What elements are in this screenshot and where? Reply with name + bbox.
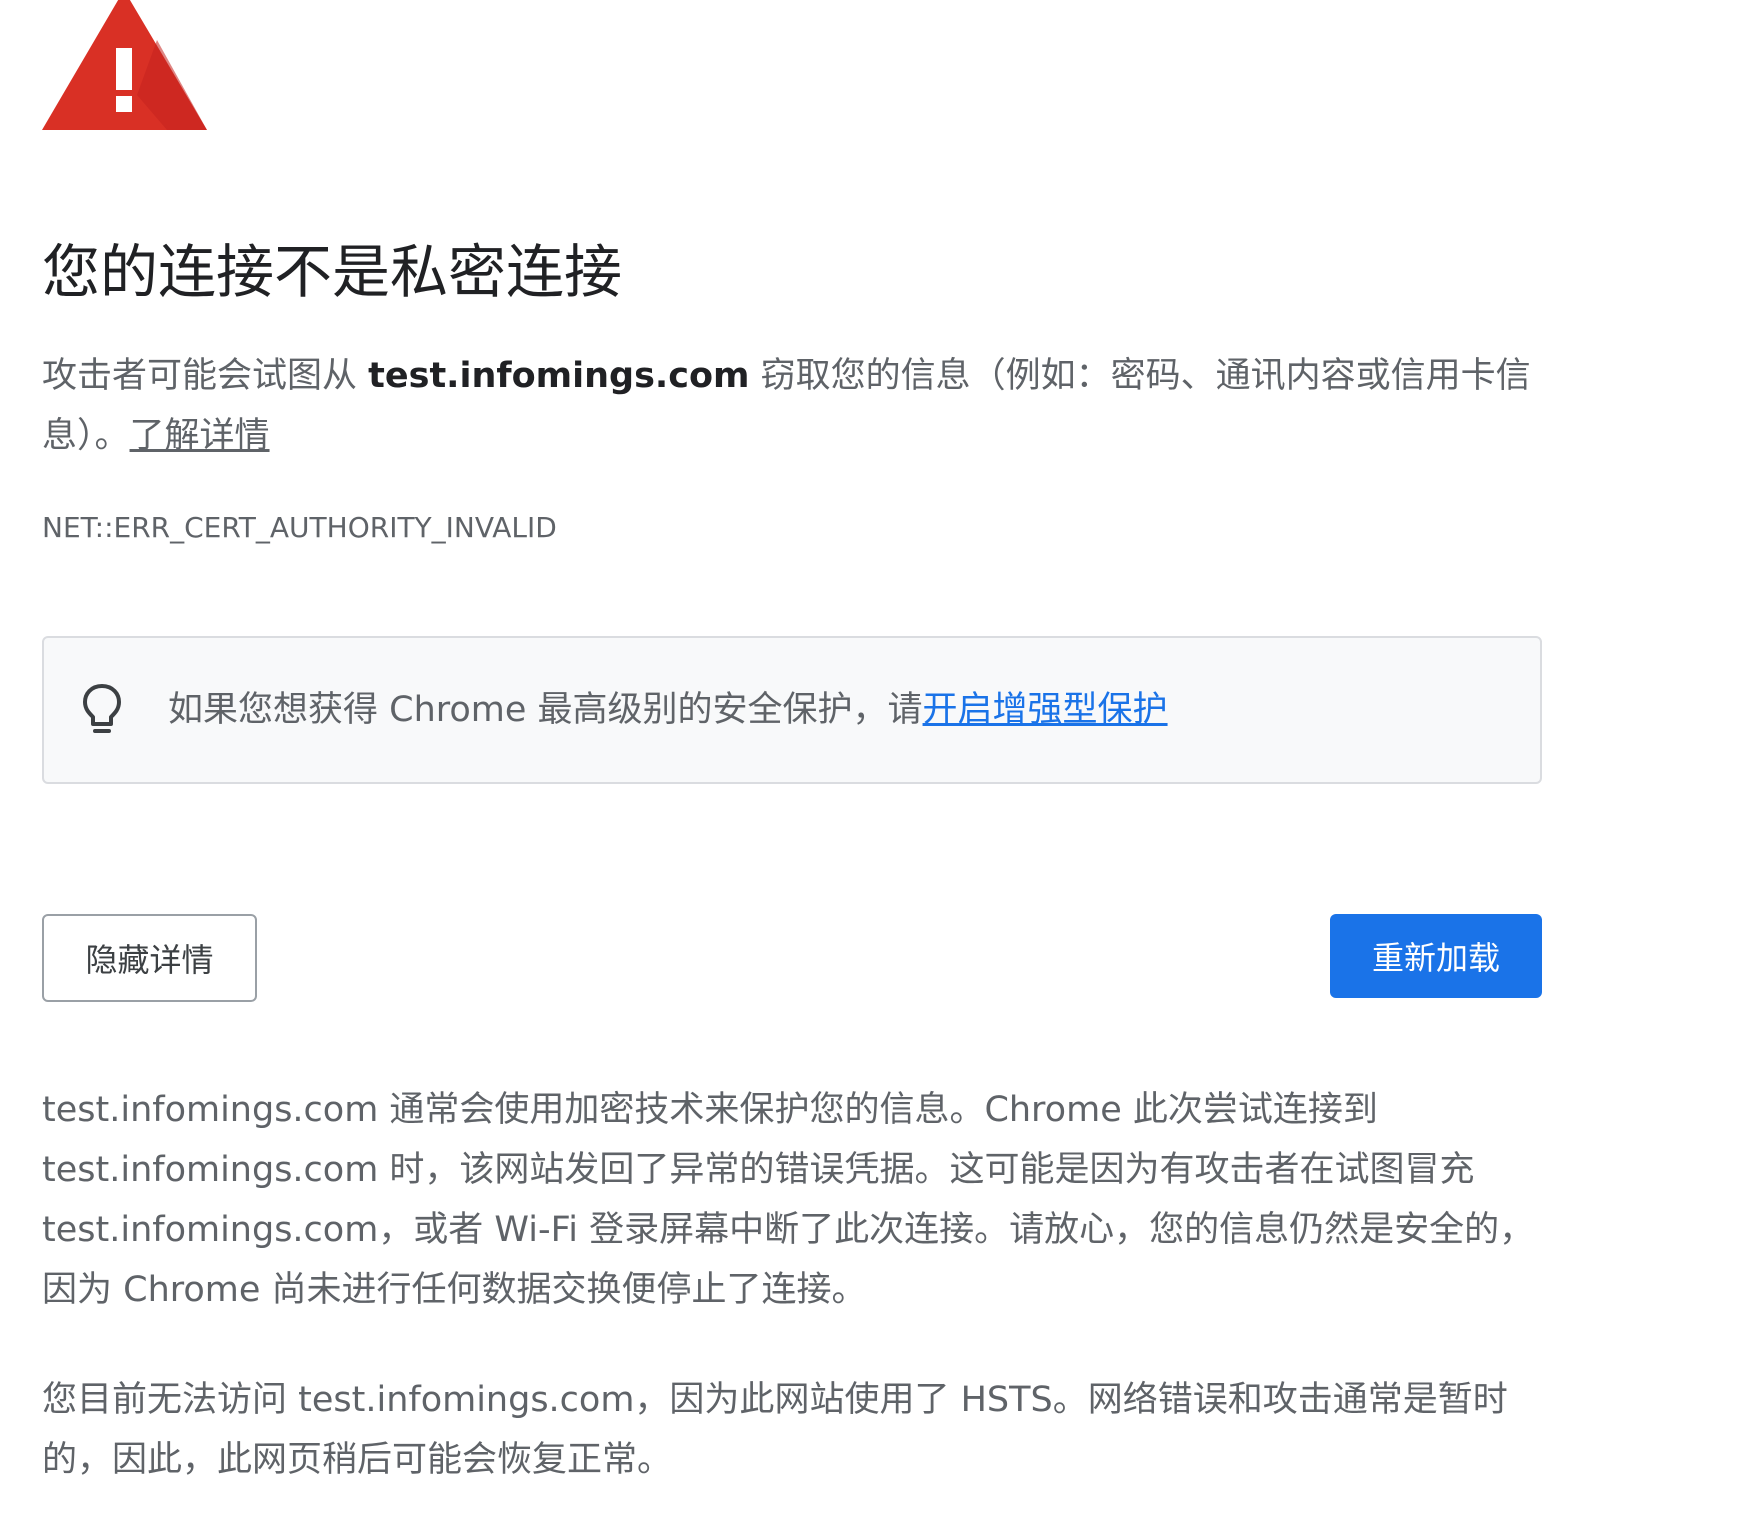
page-title: 您的连接不是私密连接 <box>42 238 623 306</box>
details-paragraph-2: 您目前无法访问 test.infomings.com，因为此网站使用了 HSTS… <box>42 1380 1508 1480</box>
promo-message: 如果您想获得 Chrome 最高级别的安全保护，请 <box>168 690 923 730</box>
promo-text: 如果您想获得 Chrome 最高级别的安全保护，请开启增强型保护 <box>168 682 1168 738</box>
enhanced-protection-link[interactable]: 开启增强型保护 <box>923 690 1168 730</box>
explanation-text: 攻击者可能会试图从 test.infomings.com 窃取您的信息（例如：密… <box>42 346 1602 466</box>
lightbulb-icon <box>83 684 121 733</box>
enhanced-protection-promo: 如果您想获得 Chrome 最高级别的安全保护，请开启增强型保护 <box>42 636 1542 784</box>
explanation-domain: test.infomings.com <box>368 356 750 396</box>
learn-more-link[interactable]: 了解详情 <box>130 416 270 456</box>
warning-triangle-icon <box>42 0 207 130</box>
explanation-prefix: 攻击者可能会试图从 <box>42 356 369 396</box>
details-paragraph-1: test.infomings.com 通常会使用加密技术来保护您的信息。Chro… <box>42 1090 1535 1310</box>
error-code: NET::ERR_CERT_AUTHORITY_INVALID <box>42 511 557 544</box>
hide-details-button[interactable]: 隐藏详情 <box>42 914 257 1002</box>
reload-button[interactable]: 重新加载 <box>1330 914 1542 998</box>
